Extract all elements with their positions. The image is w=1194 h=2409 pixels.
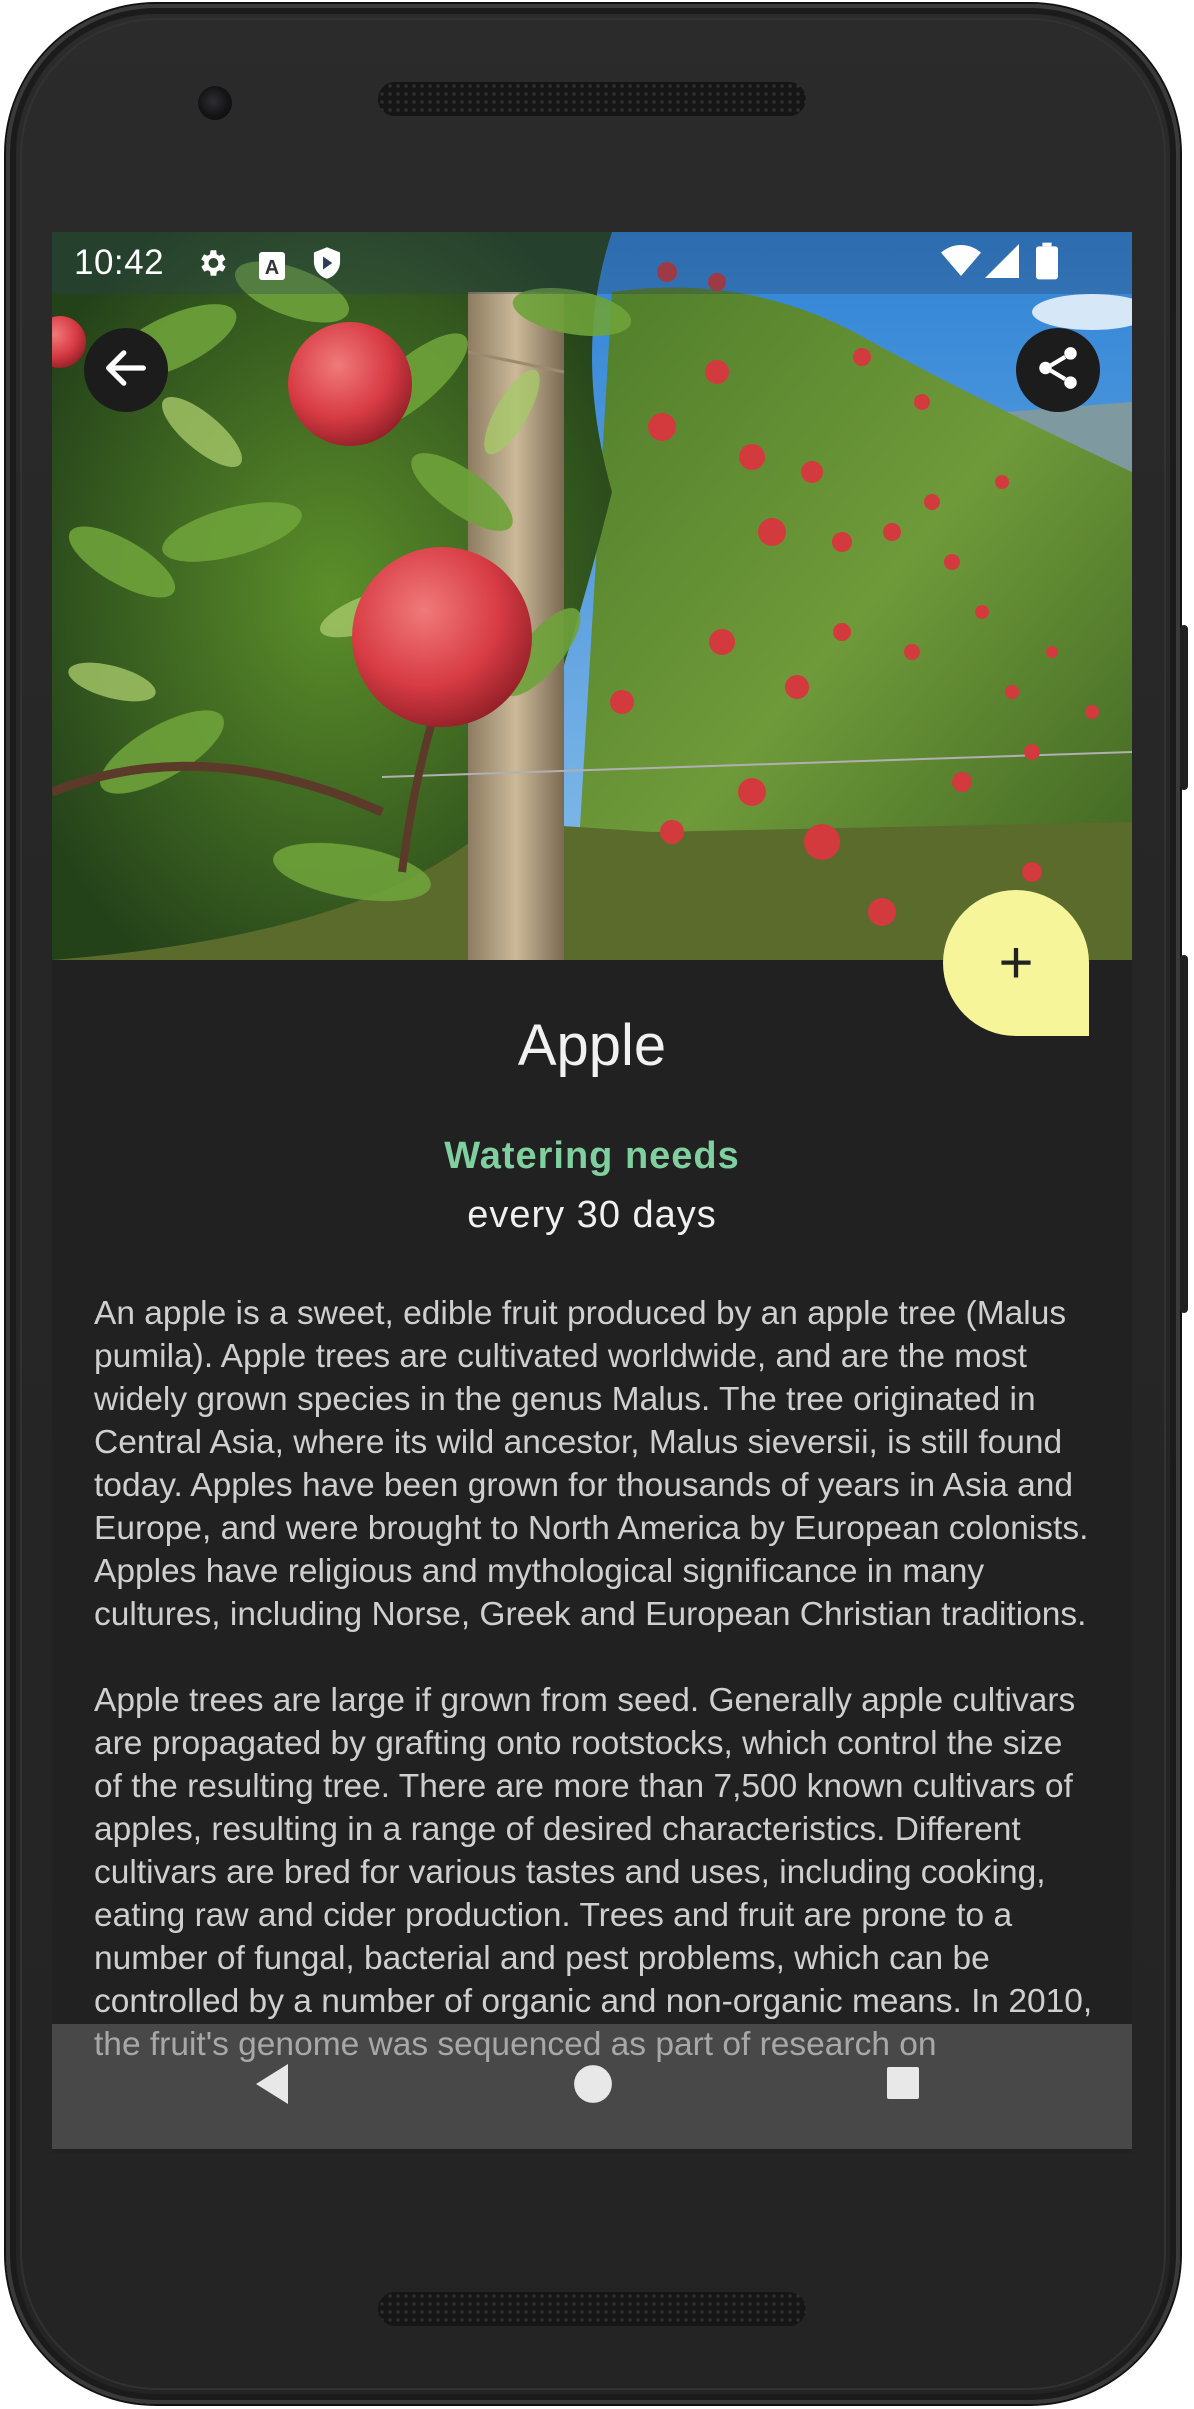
signal-icon [985, 244, 1019, 287]
plus-icon: + [998, 929, 1034, 996]
plant-description: An apple is a sweet, edible fruit produc… [94, 1292, 1094, 2109]
battery-icon [1036, 242, 1058, 289]
status-time: 10:42 [74, 243, 165, 282]
power-button [1180, 625, 1188, 790]
gear-icon [195, 246, 229, 289]
plant-title: Apple [517, 1013, 667, 1078]
front-camera [198, 86, 232, 120]
a-badge-icon: A [258, 248, 286, 290]
status-bar: 10:42 A [52, 232, 1132, 294]
description-paragraph: An apple is a sweet, edible fruit produc… [94, 1295, 1089, 1633]
bottom-speaker [378, 2292, 806, 2326]
system-nav-bar [52, 2024, 1132, 2149]
nav-recents-icon[interactable] [885, 2065, 921, 2106]
nav-home-icon[interactable] [572, 2063, 614, 2110]
back-button[interactable] [84, 328, 168, 412]
share-button[interactable] [1016, 328, 1100, 412]
nav-back-icon[interactable] [252, 2062, 292, 2111]
shield-icon [311, 246, 343, 289]
svg-text:A: A [265, 257, 279, 279]
watering-needs-label: Watering needs [444, 1135, 740, 1177]
top-speaker [378, 82, 806, 116]
share-icon [1033, 343, 1083, 398]
watering-needs-value: every 30 days [467, 1194, 717, 1236]
app-screen: 10:42 A + Apple Watering needs every 30 … [52, 232, 1132, 2153]
plant-photo [52, 232, 1132, 960]
wifi-icon [941, 244, 981, 287]
volume-button [1180, 955, 1188, 1313]
arrow-left-icon [100, 342, 152, 399]
description-paragraph: Apple trees are large if grown from seed… [94, 1682, 1093, 2063]
